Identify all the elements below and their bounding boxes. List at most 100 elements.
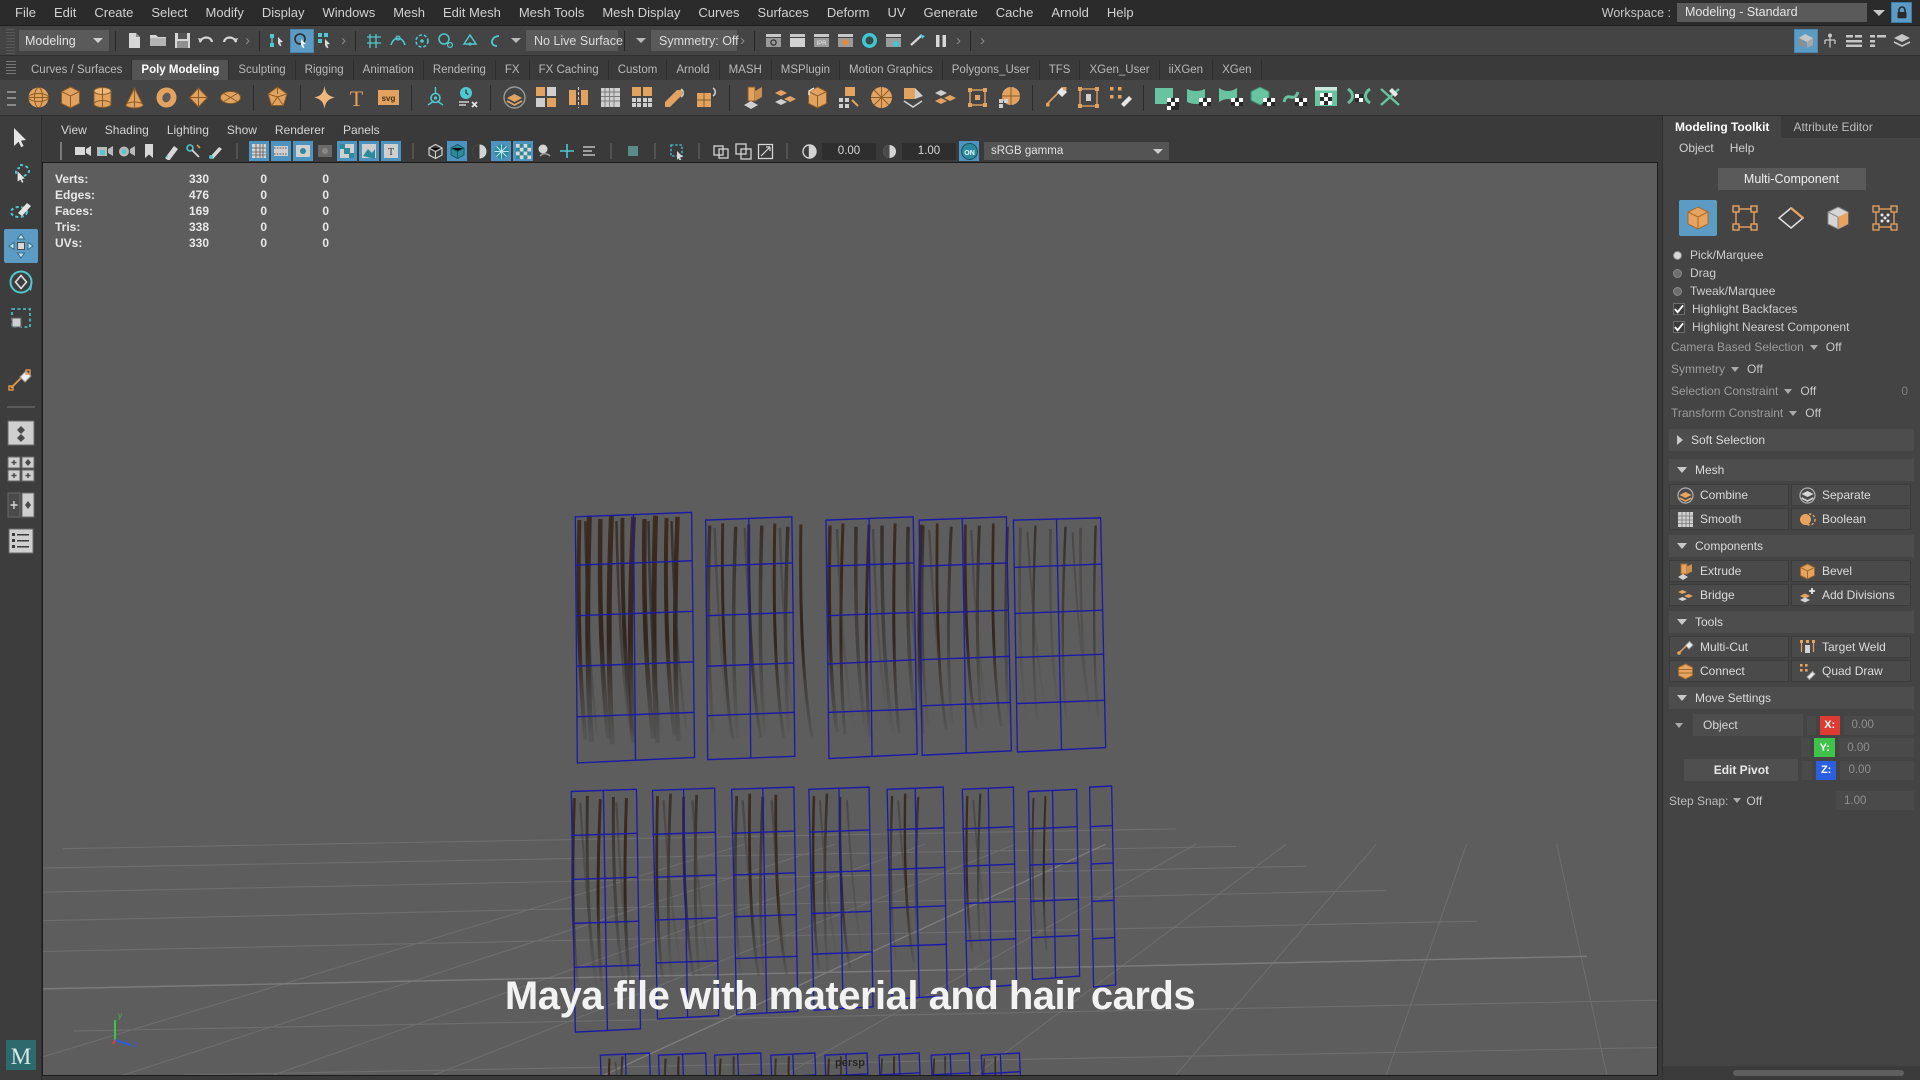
wedge-icon[interactable] bbox=[899, 84, 927, 112]
render-current-frame-icon[interactable] bbox=[761, 29, 785, 53]
poly-snap-icon[interactable] bbox=[421, 84, 449, 112]
film-gate-icon[interactable] bbox=[271, 141, 291, 161]
viewport-menu-show[interactable]: Show bbox=[218, 121, 266, 139]
ipr-render-icon[interactable] bbox=[785, 29, 809, 53]
menu-curves[interactable]: Curves bbox=[689, 2, 748, 23]
button-combine[interactable]: Combine bbox=[1669, 484, 1789, 506]
multi-component-button[interactable]: Multi-Component bbox=[1717, 168, 1866, 190]
shelf-tab-fx-caching[interactable]: FX Caching bbox=[529, 60, 609, 80]
viewport-menu-lighting[interactable]: Lighting bbox=[158, 121, 218, 139]
option-selection-constraint[interactable]: Selection Constraint Off 0 bbox=[1663, 380, 1920, 402]
combine-icon[interactable] bbox=[500, 84, 528, 112]
mirror-icon[interactable] bbox=[564, 84, 592, 112]
open-scene-icon[interactable] bbox=[146, 29, 170, 53]
shelf-tab-mash[interactable]: MASH bbox=[719, 60, 772, 80]
shadows-icon[interactable] bbox=[535, 141, 555, 161]
chamfer-icon[interactable] bbox=[931, 84, 959, 112]
save-scene-icon[interactable] bbox=[170, 29, 194, 53]
chevron-down-icon[interactable] bbox=[636, 38, 646, 43]
menu-arnold[interactable]: Arnold bbox=[1042, 2, 1098, 23]
menu-generate[interactable]: Generate bbox=[915, 2, 987, 23]
render-sequence-icon[interactable] bbox=[881, 29, 905, 53]
shelf-tab-motion-graphics[interactable]: Motion Graphics bbox=[840, 60, 943, 80]
uv-contour-icon[interactable] bbox=[1281, 84, 1309, 112]
move-mode-selector[interactable]: Object bbox=[1693, 714, 1803, 736]
menu-modify[interactable]: Modify bbox=[197, 2, 253, 23]
shelf-tab-poly-modeling[interactable]: Poly Modeling bbox=[132, 60, 230, 80]
menu-edit[interactable]: Edit bbox=[45, 2, 85, 23]
redo-icon[interactable] bbox=[218, 29, 242, 53]
shelf-tab-sculpting[interactable]: Sculpting bbox=[229, 60, 296, 80]
chevron-down-icon[interactable] bbox=[1153, 148, 1163, 154]
channel-box-icon[interactable] bbox=[1866, 29, 1890, 53]
shelf-gripper-icon[interactable] bbox=[6, 61, 16, 74]
poly-plane-icon[interactable] bbox=[184, 84, 212, 112]
snap-view-plane-icon[interactable] bbox=[458, 29, 482, 53]
stop-render-icon[interactable] bbox=[929, 29, 953, 53]
poly-cube-icon[interactable] bbox=[56, 84, 84, 112]
quad-draw-icon[interactable] bbox=[1106, 84, 1134, 112]
uv-spherical-icon[interactable] bbox=[1217, 84, 1245, 112]
poly-star-icon[interactable] bbox=[310, 84, 338, 112]
right-tab-modeling-toolkit[interactable]: Modeling Toolkit bbox=[1663, 116, 1782, 138]
extract-icon[interactable] bbox=[660, 84, 688, 112]
section-header-components[interactable]: Components bbox=[1669, 535, 1914, 557]
viewport-menu-shading[interactable]: Shading bbox=[96, 121, 158, 139]
vertex-mode-icon[interactable] bbox=[1726, 200, 1764, 236]
bookmark-icon[interactable] bbox=[139, 141, 159, 161]
outliner-layout-icon[interactable] bbox=[4, 524, 38, 558]
uv-unfold-icon[interactable] bbox=[1345, 84, 1373, 112]
workspace-selector[interactable]: Workspace : Modeling - Standard bbox=[1602, 2, 1920, 23]
color-profile-selector[interactable]: sRGB gamma bbox=[984, 142, 1169, 160]
last-tool-icon[interactable] bbox=[4, 364, 38, 398]
shelf-options-icon[interactable] bbox=[5, 86, 17, 110]
axis-y-value[interactable]: 0.00 bbox=[1839, 738, 1914, 757]
chevron-down-icon[interactable] bbox=[1677, 467, 1687, 473]
poly-disc-icon[interactable] bbox=[216, 84, 244, 112]
menu-select[interactable]: Select bbox=[142, 2, 196, 23]
render-settings-icon[interactable]: IPR bbox=[809, 29, 833, 53]
shelf-tab-tfs[interactable]: TFS bbox=[1039, 60, 1081, 80]
step-snap-value[interactable]: Off bbox=[1746, 794, 1762, 808]
chevron-down-icon[interactable] bbox=[1789, 410, 1798, 416]
grease-pencil-icon[interactable] bbox=[161, 141, 181, 161]
button-separate[interactable]: Separate bbox=[1791, 484, 1911, 506]
button-quad-draw[interactable]: Quad Draw bbox=[1791, 660, 1911, 682]
select-mode-tweak-marquee[interactable]: Tweak/Marquee bbox=[1663, 282, 1920, 300]
edit-pivot-button[interactable]: Edit Pivot bbox=[1684, 759, 1799, 781]
snap-point-icon[interactable] bbox=[410, 29, 434, 53]
undo-icon[interactable] bbox=[194, 29, 218, 53]
shelf-tab-fx[interactable]: FX bbox=[495, 60, 530, 80]
chevron-down-icon[interactable] bbox=[93, 38, 103, 43]
four-pane-layout-icon[interactable] bbox=[4, 452, 38, 486]
radio-icon[interactable] bbox=[1673, 268, 1682, 278]
new-scene-icon[interactable] bbox=[122, 29, 146, 53]
shelf-tab-xgen-user[interactable]: XGen_User bbox=[1080, 60, 1160, 80]
screen-space-ao-icon[interactable] bbox=[557, 141, 577, 161]
select-component-icon[interactable] bbox=[314, 29, 338, 53]
checkbox-highlight-backfaces[interactable]: Highlight Backfaces bbox=[1663, 300, 1920, 318]
uv-planar-icon[interactable] bbox=[1153, 84, 1181, 112]
shelf-tab-curves-surfaces[interactable]: Curves / Surfaces bbox=[22, 60, 133, 80]
multisample-icon[interactable] bbox=[623, 141, 643, 161]
resolution-gate-icon[interactable] bbox=[293, 141, 313, 161]
right-panel-scrollbar[interactable] bbox=[1663, 1066, 1920, 1080]
menu-deform[interactable]: Deform bbox=[818, 2, 879, 23]
chevron-down-icon[interactable] bbox=[1784, 388, 1793, 394]
option-camera-based-selection[interactable]: Camera Based Selection Off bbox=[1663, 336, 1920, 358]
shelf-tab-custom[interactable]: Custom bbox=[608, 60, 668, 80]
retopo-icon[interactable] bbox=[995, 84, 1023, 112]
axis-x-value[interactable]: 0.00 bbox=[1843, 715, 1915, 735]
motion-blur-icon[interactable] bbox=[579, 141, 599, 161]
select-mode-pick-marquee[interactable]: Pick/Marquee bbox=[1663, 246, 1920, 264]
select-mode-drag[interactable]: Drag bbox=[1663, 264, 1920, 282]
shelf-tab-animation[interactable]: Animation bbox=[353, 60, 424, 80]
option-value[interactable]: Off bbox=[1747, 362, 1763, 376]
menu-help[interactable]: Help bbox=[1098, 2, 1143, 23]
poly-svg-icon[interactable]: svg bbox=[374, 84, 402, 112]
show-hide-editors-icon[interactable] bbox=[1794, 28, 1818, 53]
target-weld-icon[interactable] bbox=[1074, 84, 1102, 112]
grid-icon[interactable] bbox=[249, 141, 269, 161]
detach-icon[interactable] bbox=[963, 84, 991, 112]
make-live-icon[interactable] bbox=[482, 29, 506, 53]
